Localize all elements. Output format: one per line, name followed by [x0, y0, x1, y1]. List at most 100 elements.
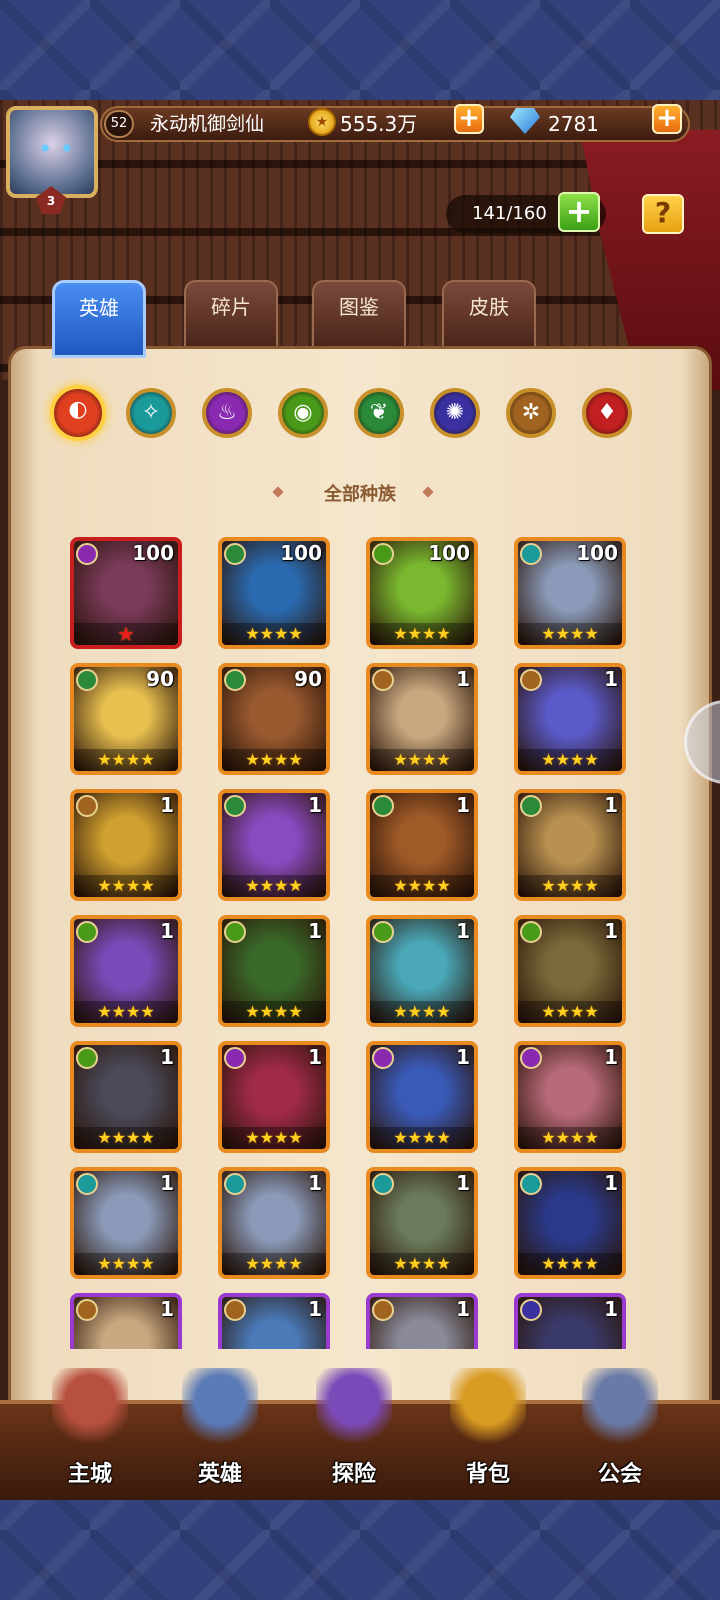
- race-2-filter-icon[interactable]: ♨: [202, 388, 252, 438]
- hero-card[interactable]: 1: [218, 1293, 330, 1349]
- race-4-filter-icon[interactable]: ❦: [354, 388, 404, 438]
- race-6-filter-icon[interactable]: ✲: [506, 388, 556, 438]
- hero-race-icon: [76, 543, 98, 565]
- all-races-filter-icon[interactable]: ◐: [50, 385, 106, 441]
- hero-card[interactable]: 100 ★: [70, 537, 182, 649]
- hero-card[interactable]: 1 ★★★★: [70, 1167, 182, 1279]
- nav-label: 公会: [597, 1462, 642, 1487]
- help-button[interactable]: ?: [642, 194, 684, 234]
- hero-race-icon: [520, 1047, 542, 1069]
- hero-level: 1: [160, 1171, 174, 1195]
- hero-card[interactable]: 1: [70, 1293, 182, 1349]
- nav-backpack[interactable]: 背包: [428, 1368, 548, 1498]
- hero-level: 100: [280, 541, 322, 565]
- tab-heroes[interactable]: 英雄: [52, 280, 146, 358]
- hero-level: 1: [308, 793, 322, 817]
- expand-slots-button[interactable]: +: [558, 192, 600, 232]
- hero-level: 1: [308, 1045, 322, 1069]
- nav-hero[interactable]: 英雄: [160, 1368, 280, 1498]
- backpack-icon: [450, 1368, 526, 1448]
- hero-card[interactable]: 1 ★★★★: [514, 663, 626, 775]
- tab-fragments[interactable]: 碎片: [184, 280, 278, 350]
- hero-card[interactable]: 1 ★★★★: [218, 1167, 330, 1279]
- player-avatar[interactable]: [6, 106, 98, 198]
- hero-race-icon: [224, 669, 246, 691]
- hero-card[interactable]: 1 ★★★★: [218, 915, 330, 1027]
- hero-card[interactable]: 1 ★★★★: [70, 1041, 182, 1153]
- hero-race-icon: [520, 921, 542, 943]
- race-3-filter-icon[interactable]: ◉: [278, 388, 328, 438]
- hero-card[interactable]: 90 ★★★★: [70, 663, 182, 775]
- hero-stars: ★★★★: [370, 1001, 474, 1023]
- diamond-amount: 2781: [548, 112, 599, 136]
- hero-card[interactable]: 1 ★★★★: [366, 1167, 478, 1279]
- hero-race-icon: [520, 1299, 542, 1321]
- hero-level: 1: [160, 793, 174, 817]
- hero-stars: ★★★★: [370, 1127, 474, 1149]
- hero-stars: ★★★★: [74, 1001, 178, 1023]
- hero-level: 1: [604, 1045, 618, 1069]
- hero-race-icon: [224, 1173, 246, 1195]
- hero-level: 1: [604, 1171, 618, 1195]
- hero-stars: ★★★★: [370, 623, 474, 645]
- hero-card[interactable]: 1 ★★★★: [218, 789, 330, 901]
- hero-level: 1: [456, 919, 470, 943]
- hero-race-icon: [520, 795, 542, 817]
- hero-level: 1: [604, 793, 618, 817]
- hero-card[interactable]: 100 ★★★★: [366, 537, 478, 649]
- hero-card[interactable]: 1 ★★★★: [366, 789, 478, 901]
- hero-card[interactable]: 1 ★★★★: [514, 1041, 626, 1153]
- nav-portal[interactable]: 探险: [294, 1368, 414, 1498]
- hero-icon: [182, 1368, 258, 1448]
- tab-codex[interactable]: 图鉴: [312, 280, 406, 350]
- hero-stars: ★★★★: [222, 749, 326, 771]
- hero-stars: ★★★★: [74, 749, 178, 771]
- hero-card[interactable]: 1 ★★★★: [218, 1041, 330, 1153]
- castle-icon: [52, 1368, 128, 1448]
- game-screen: 3 52 永动机御剑仙 ★ 555.3万 + 2781 + 141/160 + …: [0, 100, 720, 1500]
- hero-stars: ★★★★: [222, 623, 326, 645]
- hero-card[interactable]: 1 ★★★★: [70, 915, 182, 1027]
- hero-level: 1: [308, 1171, 322, 1195]
- hero-card[interactable]: 1 ★★★★: [366, 1041, 478, 1153]
- hero-stars: ★★★★: [222, 1253, 326, 1275]
- hero-level: 1: [308, 1297, 322, 1321]
- hero-card[interactable]: 1: [514, 1293, 626, 1349]
- hero-card[interactable]: 1: [366, 1293, 478, 1349]
- avatar-eyes: [38, 144, 74, 152]
- nav-label: 英雄: [197, 1462, 242, 1487]
- race-5-filter-icon[interactable]: ✺: [430, 388, 480, 438]
- race-7-filter-icon[interactable]: ♦: [582, 388, 632, 438]
- hero-level: 100: [428, 541, 470, 565]
- nav-label: 主城: [67, 1462, 112, 1487]
- add-gold-button[interactable]: +: [454, 104, 484, 134]
- hero-race-icon: [372, 1299, 394, 1321]
- nav-castle[interactable]: 主城: [30, 1368, 150, 1498]
- hero-level: 90: [146, 667, 174, 691]
- guild-icon: [582, 1368, 658, 1448]
- hero-card[interactable]: 100 ★★★★: [218, 537, 330, 649]
- hero-card[interactable]: 1 ★★★★: [514, 789, 626, 901]
- hero-stars: ★★★★: [222, 1127, 326, 1149]
- hero-card[interactable]: 1 ★★★★: [70, 789, 182, 901]
- hero-card[interactable]: 100 ★★★★: [514, 537, 626, 649]
- race-1-filter-icon[interactable]: ✧: [126, 388, 176, 438]
- hero-card[interactable]: 1 ★★★★: [514, 1167, 626, 1279]
- hero-stars: ★★★★: [518, 749, 622, 771]
- hero-level: 1: [456, 1045, 470, 1069]
- hero-race-icon: [76, 1047, 98, 1069]
- hero-stars: ★★★★: [518, 1127, 622, 1149]
- hero-card[interactable]: 1 ★★★★: [514, 915, 626, 1027]
- hero-stars: ★★★★: [370, 1253, 474, 1275]
- hero-race-icon: [520, 669, 542, 691]
- hero-card[interactable]: 90 ★★★★: [218, 663, 330, 775]
- add-diamond-button[interactable]: +: [652, 104, 682, 134]
- hero-race-icon: [76, 669, 98, 691]
- hero-level: 90: [294, 667, 322, 691]
- nav-guild[interactable]: 公会: [560, 1368, 680, 1498]
- hero-card[interactable]: 1 ★★★★: [366, 663, 478, 775]
- hero-card[interactable]: 1 ★★★★: [366, 915, 478, 1027]
- hero-race-icon: [372, 543, 394, 565]
- hero-race-icon: [224, 795, 246, 817]
- tab-skins[interactable]: 皮肤: [442, 280, 536, 350]
